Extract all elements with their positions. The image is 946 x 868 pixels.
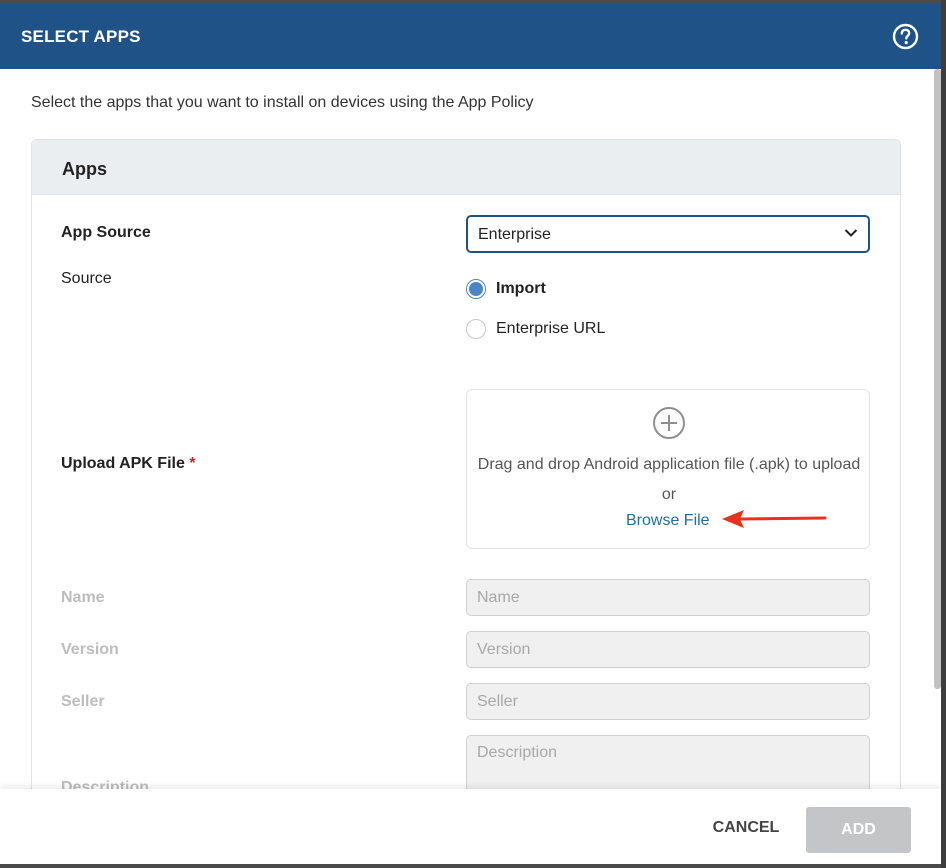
plus-circle-icon xyxy=(653,407,685,439)
add-button[interactable]: ADD xyxy=(806,807,911,853)
browse-file-link[interactable]: Browse File xyxy=(626,512,710,530)
app-source-select[interactable]: Enterprise xyxy=(466,215,870,253)
radio-import-label: Import xyxy=(496,280,546,297)
name-label: Name xyxy=(61,589,105,606)
description-field[interactable] xyxy=(466,735,870,789)
select-apps-dialog: SELECT APPS Select the apps that you wan… xyxy=(0,4,941,864)
drop-zone-text: Drag and drop Android application file (… xyxy=(477,456,861,473)
app-source-label: App Source xyxy=(61,224,151,241)
dialog-header: SELECT APPS xyxy=(0,4,941,69)
seller-field[interactable] xyxy=(466,683,870,720)
intro-text: Select the apps that you want to install… xyxy=(31,94,534,111)
help-circle-icon[interactable] xyxy=(892,23,919,50)
upload-apk-label: Upload APK File * xyxy=(61,455,196,473)
app-source-value: Enterprise xyxy=(478,226,551,243)
chevron-down-icon xyxy=(844,229,858,237)
version-label: Version xyxy=(61,641,119,658)
dialog-title: SELECT APPS xyxy=(21,27,141,46)
apps-panel-header: Apps xyxy=(32,140,900,195)
red-arrow-icon xyxy=(722,510,827,528)
dialog-body[interactable]: Select the apps that you want to install… xyxy=(0,69,941,789)
cancel-button[interactable]: CANCEL xyxy=(696,807,796,849)
window-edge xyxy=(941,0,946,868)
drop-zone-or: or xyxy=(661,486,677,503)
source-label: Source xyxy=(61,270,112,287)
vertical-scrollbar[interactable] xyxy=(934,69,941,689)
required-marker: * xyxy=(189,455,196,472)
radio-enterprise-url-label: Enterprise URL xyxy=(496,320,606,337)
description-label: Description xyxy=(61,779,150,789)
upload-apk-label-text: Upload APK File xyxy=(61,455,185,472)
apk-drop-zone[interactable]: Drag and drop Android application file (… xyxy=(466,389,870,549)
radio-import-circle[interactable] xyxy=(466,279,486,299)
name-field[interactable] xyxy=(466,579,870,616)
version-field[interactable] xyxy=(466,631,870,668)
panel-title: Apps xyxy=(62,159,107,179)
dialog-footer: CANCEL ADD xyxy=(0,789,941,864)
seller-label: Seller xyxy=(61,693,105,710)
radio-enterprise-url-circle[interactable] xyxy=(466,319,486,339)
